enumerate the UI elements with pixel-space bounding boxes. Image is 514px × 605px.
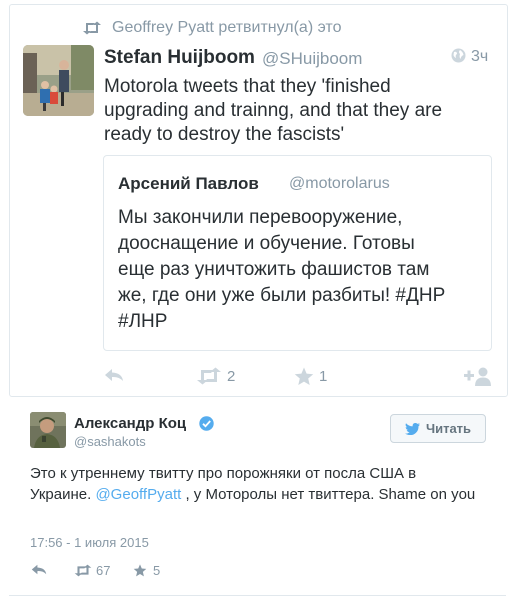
tweet-time[interactable]: 3ч	[471, 48, 488, 66]
quoted-author-handle[interactable]: @motorolarus	[289, 175, 390, 193]
verified-icon	[199, 416, 214, 431]
reply-icon	[31, 564, 47, 575]
retweet-header: Geoffrey Pyatt ретвитнул(а) это	[82, 19, 341, 37]
quoted-text-line: дооснащение и обучение. Готовы	[118, 233, 415, 254]
follow-add-button[interactable]	[464, 367, 492, 387]
retweet-icon	[74, 564, 92, 577]
divider	[9, 595, 506, 596]
author-name[interactable]: Александр Коц	[74, 415, 186, 432]
follow-button[interactable]: Читать	[390, 414, 486, 443]
quoted-tweet-text: Мы закончили перевооружение, дооснащение…	[118, 205, 486, 335]
reply-icon	[105, 369, 123, 381]
avatar[interactable]	[23, 45, 94, 116]
tweet-text-line: ready to destroy the fascists'	[104, 124, 345, 145]
tweet-text-part: , у Моторолы нет твиттера. Shame on you	[181, 486, 476, 503]
quoted-text-line: же, где они уже были разбиты! #ДНР	[118, 285, 446, 306]
reply-button[interactable]	[31, 563, 47, 576]
tweet-text: Motorola tweets that they 'finished upgr…	[104, 75, 494, 147]
retweet-count: 2	[227, 367, 236, 385]
tweet-date[interactable]: 17:56 - 1 июля 2015	[30, 535, 149, 550]
quoted-text-line: #ЛНР	[118, 311, 168, 332]
favorite-count: 5	[153, 563, 161, 578]
retweet-button[interactable]: 2	[196, 367, 235, 385]
tweet-text: Это к утреннему твитту про порожняки от …	[30, 463, 480, 505]
quoted-text-line: Мы закончили перевооружение,	[118, 207, 403, 228]
retweet-header-text[interactable]: Geoffrey Pyatt ретвитнул(а) это	[112, 19, 341, 37]
tweet-text-line: Motorola tweets that they 'finished	[104, 76, 391, 97]
globe-icon	[451, 48, 466, 63]
author-handle[interactable]: @sashakots	[74, 434, 146, 449]
retweet-icon	[197, 367, 221, 385]
favorite-button[interactable]: 1	[294, 367, 327, 386]
author-name[interactable]: Stefan Huijboom	[104, 47, 255, 69]
reply-button[interactable]	[104, 367, 124, 383]
follow-button-label: Читать	[425, 421, 472, 436]
twitter-bird-icon	[404, 422, 420, 435]
retweet-icon	[83, 21, 101, 35]
retweet-button[interactable]: 67	[74, 563, 110, 578]
favorite-button[interactable]: 5	[133, 563, 160, 578]
favorite-count: 1	[319, 368, 328, 385]
retweet-count: 67	[96, 563, 111, 578]
star-icon	[133, 564, 147, 577]
avatar[interactable]	[30, 412, 66, 448]
quoted-author-name[interactable]: Арсений Павлов	[118, 174, 259, 194]
tweet-text-line: upgrading and trainng, and that they are	[104, 100, 443, 121]
author-handle[interactable]: @SHuijboom	[262, 49, 362, 69]
star-icon	[294, 367, 314, 385]
mention-link[interactable]: @GeoffPyatt	[95, 486, 181, 503]
quoted-text-line: еще раз уничтожить фашистов там	[118, 259, 430, 280]
follow-icon	[464, 367, 491, 386]
